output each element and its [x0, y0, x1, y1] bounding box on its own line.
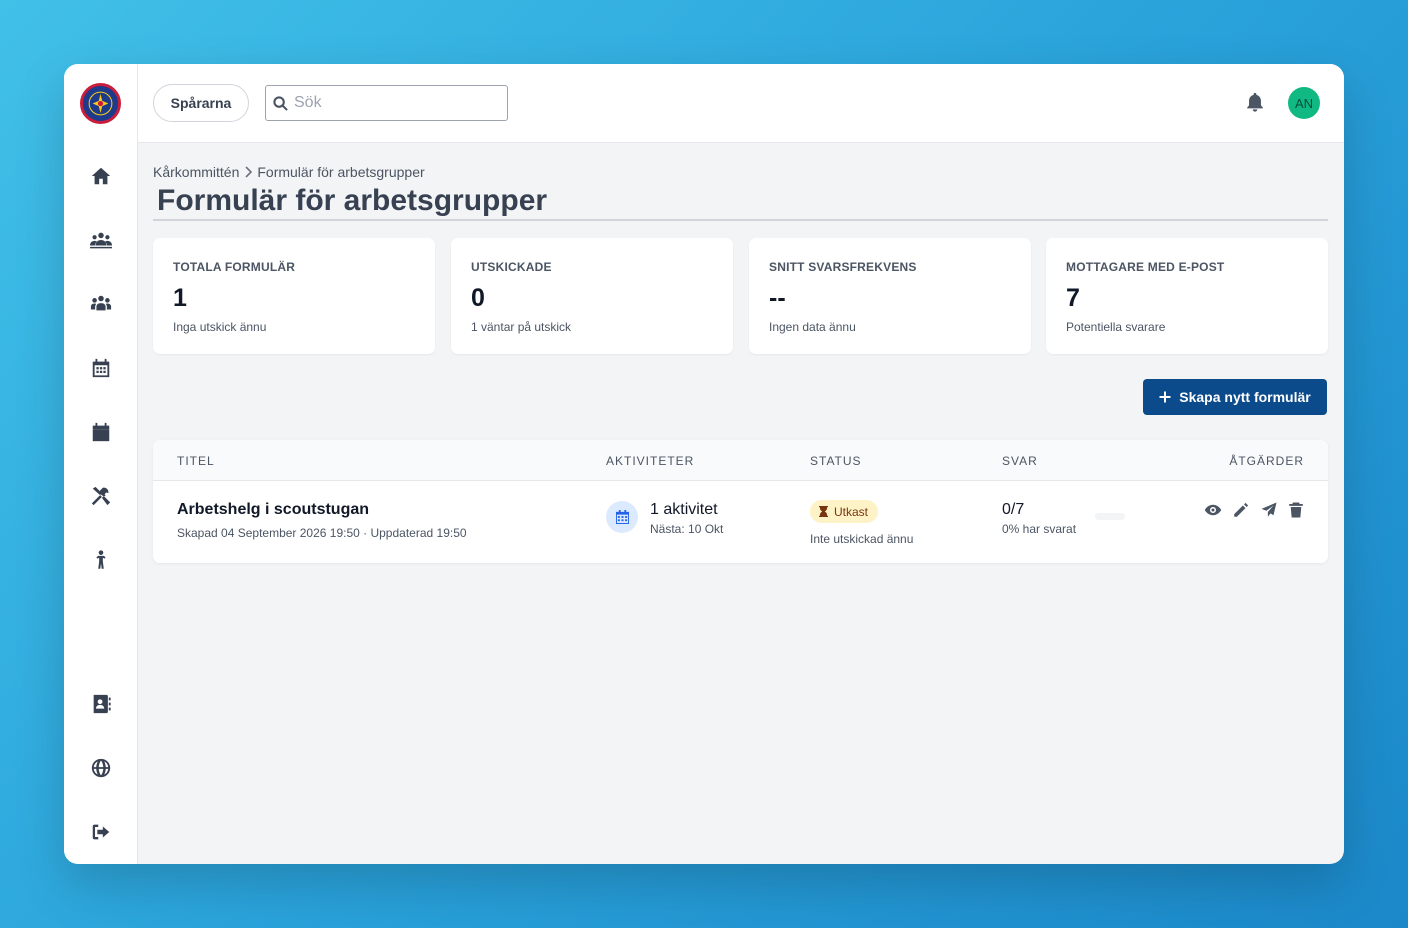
contacts-icon: [93, 694, 111, 714]
status-note: Inte utskickad ännu: [810, 532, 914, 546]
bell-icon: [1247, 92, 1263, 112]
stat-label: TOTALA FORMULÄR: [173, 260, 296, 274]
plus-icon: [1159, 391, 1171, 403]
tools-icon: [91, 486, 111, 506]
user-avatar[interactable]: AN: [1288, 87, 1320, 119]
column-header-activities: AKTIVITETER: [606, 454, 695, 468]
sidebar-item-schedule[interactable]: [85, 352, 117, 384]
trash-icon: [1289, 502, 1303, 518]
create-form-label: Skapa nytt formulär: [1179, 389, 1311, 405]
search-input[interactable]: [294, 94, 494, 112]
response-count: 0/7: [1002, 501, 1025, 518]
stat-subtext: 1 väntar på utskick: [471, 320, 572, 334]
view-form-button[interactable]: [1203, 500, 1223, 520]
stat-label: MOTTAGARE MED E-POST: [1066, 260, 1225, 274]
create-form-button[interactable]: Skapa nytt formulär: [1143, 379, 1327, 415]
stat-subtext: Inga utskick ännu: [173, 320, 267, 334]
sidebar-item-groups[interactable]: [85, 224, 117, 256]
stat-label: SNITT SVARSFREKVENS: [769, 260, 917, 274]
top-bar: Spårarna AN: [138, 64, 1344, 143]
hourglass-icon: [819, 506, 828, 517]
send-form-button[interactable]: [1259, 500, 1279, 520]
app-window: Spårarna AN Kårkommittén Formulär för ar…: [64, 64, 1344, 864]
stat-subtext: Potentiella svarare: [1066, 320, 1166, 334]
edit-form-button[interactable]: [1231, 500, 1251, 520]
column-header-actions: ÅTGÄRDER: [1229, 454, 1304, 468]
stat-value: 7: [1066, 284, 1080, 312]
eye-icon: [1204, 504, 1222, 516]
response-percentage: 0% har svarat: [1002, 522, 1077, 536]
notifications-button[interactable]: [1244, 91, 1268, 115]
stat-card-response-rate: SNITT SVARSFREKVENS -- Ingen data ännu: [749, 238, 1031, 354]
sidebar-item-members[interactable]: [85, 288, 117, 320]
sidebar: [64, 64, 138, 864]
column-header-responses: SVAR: [1002, 454, 1038, 468]
stat-label: UTSKICKADE: [471, 260, 552, 274]
stat-subtext: Ingen data ännu: [769, 320, 856, 334]
page-title: Formulär för arbetsgrupper: [157, 184, 548, 217]
activity-badge: [606, 501, 638, 533]
status-badge: Utkast: [810, 500, 879, 523]
table-header: TITEL AKTIVITETER STATUS SVAR ÅTGÄRDER: [153, 440, 1328, 481]
breadcrumb: Kårkommittén Formulär för arbetsgrupper: [153, 164, 425, 180]
organization-logo[interactable]: [80, 83, 121, 124]
stat-card-sent: UTSKICKADE 0 1 väntar på utskick: [451, 238, 733, 354]
column-header-title: TITEL: [177, 454, 215, 468]
forms-table: TITEL AKTIVITETER STATUS SVAR ÅTGÄRDER A…: [153, 440, 1328, 563]
paper-plane-icon: [1261, 502, 1277, 517]
breadcrumb-parent-link[interactable]: Kårkommittén: [153, 164, 239, 180]
stat-value: --: [769, 284, 786, 312]
chevron-right-icon: [245, 166, 253, 178]
stat-card-email-recipients: MOTTAGARE MED E-POST 7 Potentiella svara…: [1046, 238, 1328, 354]
sidebar-item-contacts[interactable]: [85, 688, 117, 720]
table-row[interactable]: Arbetshelg i scoutstugan Skapad 04 Septe…: [153, 481, 1328, 563]
sidebar-item-calendar[interactable]: [85, 416, 117, 448]
form-title-link[interactable]: Arbetshelg i scoutstugan: [177, 501, 369, 519]
activity-next-date: Nästa: 10 Okt: [650, 522, 724, 536]
response-progress-bar: [1095, 513, 1125, 520]
status-label: Utkast: [834, 504, 869, 519]
stat-card-total-forms: TOTALA FORMULÄR 1 Inga utskick ännu: [153, 238, 435, 354]
calendar-grid-icon: [92, 358, 110, 378]
search-icon: [273, 95, 288, 111]
column-header-status: STATUS: [810, 454, 862, 468]
logout-icon: [92, 824, 110, 840]
breadcrumb-current: Formulär för arbetsgrupper: [257, 164, 425, 180]
calendar-icon: [615, 510, 629, 524]
pencil-icon: [1234, 502, 1249, 517]
sidebar-item-logout[interactable]: [85, 816, 117, 848]
stat-value: 1: [173, 284, 187, 312]
home-icon: [91, 167, 111, 185]
sidebar-item-web[interactable]: [85, 752, 117, 784]
sidebar-item-tools[interactable]: [85, 480, 117, 512]
form-meta: Skapad 04 September 2026 19:50 · Uppdate…: [177, 526, 467, 540]
group-icon: [90, 232, 112, 249]
users-icon: [90, 295, 112, 311]
organization-button[interactable]: Spårarna: [153, 84, 249, 122]
child-icon: [96, 550, 106, 569]
sidebar-item-home[interactable]: [85, 160, 117, 192]
search-box: [265, 85, 508, 121]
globe-icon: [91, 758, 111, 778]
calendar-icon: [92, 422, 110, 442]
activity-count: 1 aktivitet: [650, 501, 718, 518]
title-divider: [153, 219, 1328, 221]
stat-value: 0: [471, 284, 485, 312]
sidebar-item-children[interactable]: [85, 544, 117, 576]
delete-form-button[interactable]: [1286, 500, 1306, 520]
